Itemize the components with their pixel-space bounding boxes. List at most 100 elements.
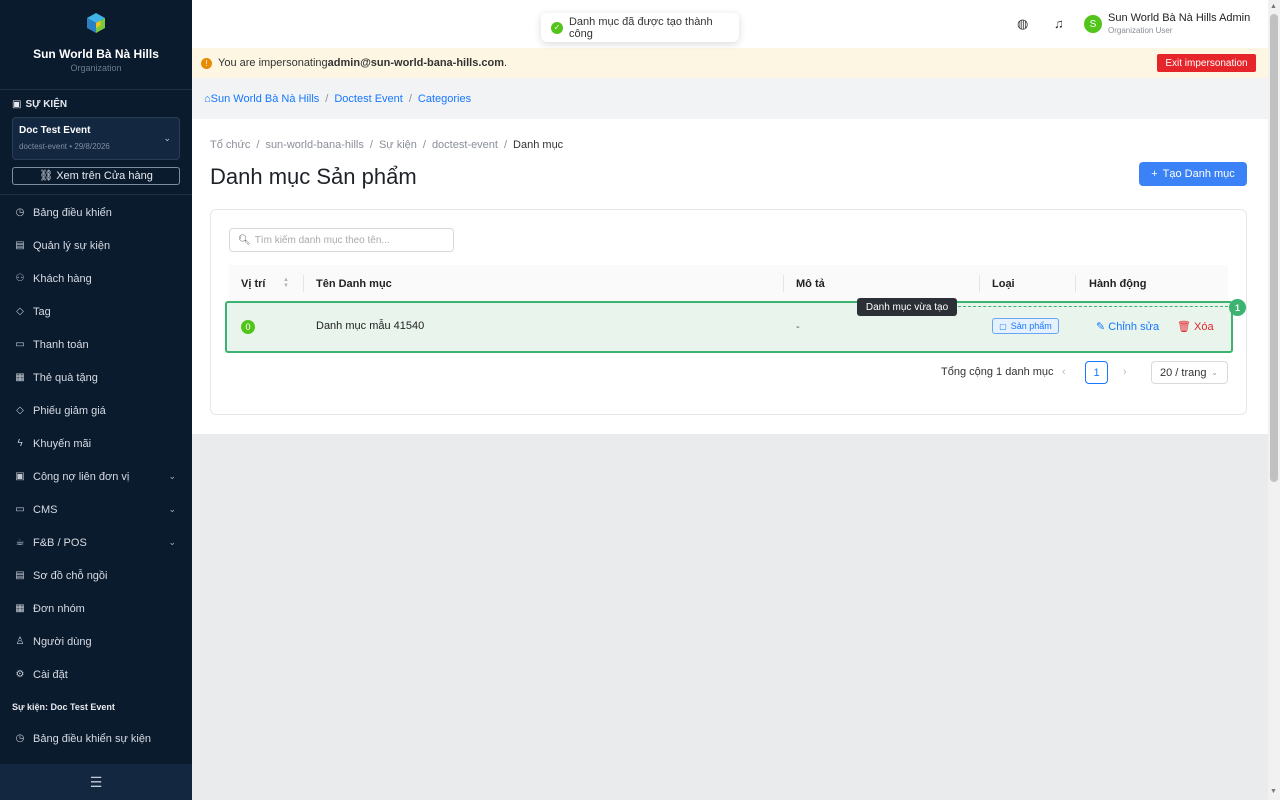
- scroll-up-icon[interactable]: ▲: [1270, 3, 1277, 10]
- chevron-down-icon: ⌄: [168, 471, 176, 481]
- event-meta: doctest-event • 29/8/2026: [19, 142, 110, 151]
- sidebar-item-users[interactable]: ♙ Người dùng: [0, 625, 192, 658]
- sidebar-divider: [0, 194, 192, 195]
- logo-icon: [87, 13, 105, 33]
- gift-icon: ▦: [15, 372, 25, 383]
- link-icon: ⛓: [39, 170, 54, 182]
- event-name: Doc Test Event: [19, 125, 91, 136]
- breadcrumb-event[interactable]: Doctest Event: [334, 93, 402, 105]
- column-actions: Hành động: [1089, 277, 1147, 290]
- page-breadcrumb-item[interactable]: doctest-event: [432, 139, 498, 151]
- sidebar-item-fnb-pos[interactable]: ☕ F&B / POS ⌄: [0, 526, 192, 559]
- coupon-icon: ◇: [16, 405, 24, 416]
- breadcrumb-categories[interactable]: Categories: [418, 93, 471, 105]
- delete-button[interactable]: 🗑︎ Xóa: [1177, 320, 1214, 333]
- column-type: Loại: [992, 277, 1015, 290]
- globe-icon[interactable]: ◍: [1017, 16, 1028, 32]
- pagination-next-icon[interactable]: ›: [1123, 366, 1127, 378]
- page-breadcrumb-item[interactable]: sun-world-bana-hills: [265, 139, 363, 151]
- page-title: Danh mục Sản phẩm: [210, 164, 417, 189]
- category-description: -: [796, 321, 800, 333]
- edit-button[interactable]: ✎ Chỉnh sửa: [1096, 320, 1159, 333]
- sidebar-header: Sun World Bà Nà Hills Organization: [0, 0, 192, 90]
- column-name: Tên Danh mục: [316, 277, 392, 290]
- row-marker-badge: 1: [1229, 299, 1246, 316]
- position-badge: 0: [241, 320, 255, 334]
- sidebar-item-customers[interactable]: ⚇ Khách hàng: [0, 262, 192, 295]
- users-icon: ⚇: [15, 273, 25, 284]
- chevron-down-icon: ⌄: [163, 133, 171, 143]
- dashboard-icon: ◷: [15, 733, 25, 744]
- scrollbar-thumb[interactable]: [1270, 14, 1278, 482]
- exit-impersonation-button[interactable]: Exit impersonation: [1157, 54, 1256, 72]
- sidebar-item-tag[interactable]: ◇ Tag: [0, 295, 192, 328]
- plus-icon: +: [1151, 168, 1158, 180]
- sidebar-item-payment[interactable]: ▭ Thanh toán: [0, 328, 192, 361]
- category-name: Danh mục mẫu 41540: [316, 320, 425, 332]
- breadcrumb: ⌂ Sun World Bà Nà Hills / Doctest Event …: [192, 78, 1268, 119]
- avatar[interactable]: S: [1084, 15, 1102, 33]
- debt-icon: ▣: [15, 471, 25, 482]
- chevron-down-icon: ⌄: [168, 537, 176, 547]
- pagination-page[interactable]: 1: [1085, 361, 1108, 384]
- new-category-tooltip: Danh mục vừa tạo: [857, 298, 957, 316]
- promotion-icon: ϟ: [17, 438, 23, 449]
- search-icon: 🔍︎: [238, 234, 251, 246]
- sort-icon[interactable]: ▲ ▼: [283, 277, 289, 289]
- create-category-button[interactable]: + Tạo Danh mục: [1139, 162, 1247, 186]
- highlight-guide: [958, 306, 1228, 307]
- sidebar-item-group-order[interactable]: ▦ Đơn nhóm: [0, 592, 192, 625]
- home-icon[interactable]: ⌂: [204, 93, 211, 105]
- sidebar-item-events[interactable]: ▤ Quản lý sự kiện: [0, 229, 192, 262]
- payment-icon: ▭: [15, 339, 25, 350]
- success-toast: ✓ Danh mục đã được tạo thành công: [541, 13, 739, 42]
- event-sub-title: Sự kiện: Doc Test Event: [12, 702, 115, 712]
- sidebar-item-cms[interactable]: ▭ CMS ⌄: [0, 493, 192, 526]
- page-breadcrumb: Tổ chức / sun-world-bana-hills / Sự kiện / doc…: [210, 139, 564, 151]
- sidebar-item-dashboard[interactable]: ◷ Bảng điều khiển: [0, 196, 192, 229]
- search-input[interactable]: 🔍︎ Tìm kiếm danh mục theo tên...: [229, 228, 454, 252]
- sidebar-item-seat-map[interactable]: ▤ Sơ đồ chỗ ngồi: [0, 559, 192, 592]
- collapse-sidebar-button[interactable]: ☰: [0, 764, 192, 800]
- column-position[interactable]: Vị trí: [241, 265, 265, 302]
- org-name: Sun World Bà Nà Hills: [33, 47, 159, 61]
- scroll-down-icon[interactable]: ▼: [1270, 788, 1277, 795]
- trash-icon: 🗑︎: [1177, 321, 1191, 333]
- table-header: Vị trí ▲ ▼ Tên Danh mục Mô tả Loại Hành đ…: [229, 265, 1228, 302]
- pagination-prev-icon[interactable]: ‹: [1062, 366, 1066, 378]
- view-store-button[interactable]: ⛓ Xem trên Cửa hàng: [12, 167, 180, 185]
- page-breadcrumb-item[interactable]: Sự kiện: [379, 139, 417, 151]
- sidebar-item-debt[interactable]: ▣ Công nợ liên đơn vị ⌄: [0, 460, 192, 493]
- org-subtitle: Organization: [70, 63, 122, 73]
- lock-icon: ▢: [999, 321, 1007, 331]
- impersonated-email: admin@sun-world-bana-hills.com: [327, 57, 505, 69]
- calendar-icon: ▣: [12, 99, 22, 110]
- user-icon: ♙: [15, 636, 25, 647]
- breadcrumb-org[interactable]: Sun World Bà Nà Hills: [211, 93, 320, 105]
- user-role: Organization User: [1108, 26, 1173, 35]
- bell-icon[interactable]: ♫: [1054, 16, 1064, 31]
- page-size-select[interactable]: 20 / trang ⌄: [1151, 361, 1228, 384]
- cms-icon: ▭: [15, 504, 25, 515]
- sidebar-item-promotion[interactable]: ϟ Khuyến mãi: [0, 427, 192, 460]
- sidebar-item-coupon[interactable]: ◇ Phiếu giảm giá: [0, 394, 192, 427]
- warning-icon: !: [201, 57, 212, 69]
- user-name[interactable]: Sun World Bà Nà Hills Admin: [1108, 12, 1250, 24]
- edit-icon: ✎: [1096, 321, 1106, 333]
- chevron-down-icon: ⌄: [168, 504, 176, 514]
- page-breadcrumb-current: Danh mục: [513, 139, 564, 151]
- seat-map-icon: ▤: [15, 570, 25, 581]
- sidebar-item-settings[interactable]: ⚙ Cài đặt: [0, 658, 192, 691]
- sidebar: Sun World Bà Nà Hills Organization ▣ SỰ …: [0, 0, 192, 800]
- settings-icon: ⚙: [15, 669, 25, 680]
- event-selector[interactable]: Doc Test Event doctest-event • 29/8/2026…: [12, 117, 180, 160]
- check-circle-icon: ✓: [551, 21, 563, 34]
- coffee-icon: ☕: [15, 537, 25, 548]
- chevron-down-icon: ⌄: [1211, 368, 1218, 377]
- sidebar-item-event-dashboard[interactable]: ◷ Bảng điều khiển sự kiện: [0, 722, 192, 755]
- sidebar-item-gift-card[interactable]: ▦ Thẻ quà tặng: [0, 361, 192, 394]
- group-order-icon: ▦: [15, 603, 25, 614]
- calendar-icon: ▤: [15, 240, 25, 251]
- page-breadcrumb-item[interactable]: Tổ chức: [210, 139, 250, 151]
- tag-icon: ◇: [16, 306, 24, 317]
